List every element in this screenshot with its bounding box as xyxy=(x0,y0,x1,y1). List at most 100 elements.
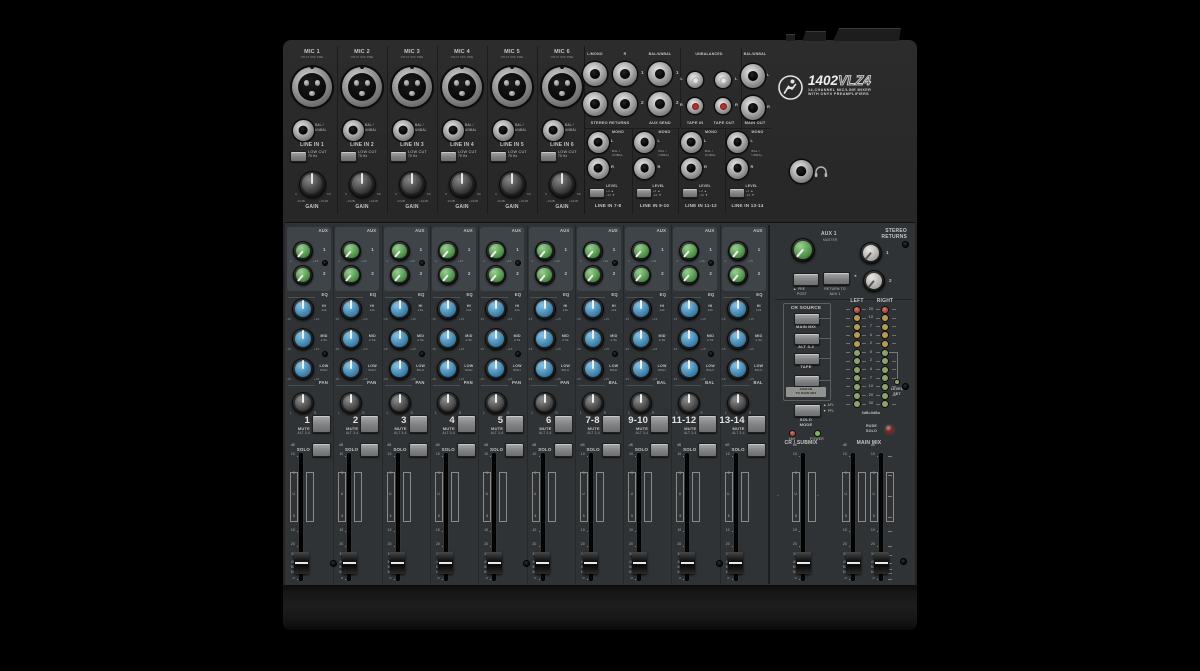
mute-button[interactable] xyxy=(360,415,379,433)
assign-button[interactable] xyxy=(794,375,820,387)
channel-fader[interactable] xyxy=(294,552,309,574)
eq-hi-knob[interactable] xyxy=(534,298,556,320)
pan-knob[interactable] xyxy=(630,392,652,414)
gain-knob[interactable] xyxy=(299,171,326,198)
gain-knob[interactable] xyxy=(399,171,426,198)
pan-knob[interactable] xyxy=(485,392,507,414)
eq-hi-knob[interactable] xyxy=(292,298,314,320)
mute-button[interactable] xyxy=(698,415,717,433)
mute-button[interactable] xyxy=(312,415,331,433)
eq-low-knob[interactable] xyxy=(630,358,652,380)
eq-mid-knob[interactable] xyxy=(678,328,700,350)
solo-button[interactable] xyxy=(360,443,379,457)
eq-low-knob[interactable] xyxy=(292,358,314,380)
solo-mode-button[interactable] xyxy=(794,404,821,417)
mute-button[interactable] xyxy=(650,415,669,433)
eq-mid-knob[interactable] xyxy=(292,328,314,350)
eq-hi-knob[interactable] xyxy=(582,298,604,320)
mute-button[interactable] xyxy=(747,415,766,433)
channel-fader[interactable] xyxy=(583,552,598,574)
low-cut-button[interactable] xyxy=(390,151,407,162)
cr-submix-fader[interactable] xyxy=(796,552,811,574)
aux2-knob[interactable] xyxy=(728,265,748,285)
eq-mid-knob[interactable] xyxy=(485,328,507,350)
eq-low-knob[interactable] xyxy=(582,358,604,380)
low-cut-button[interactable] xyxy=(490,151,507,162)
eq-hi-knob[interactable] xyxy=(630,298,652,320)
eq-mid-knob[interactable] xyxy=(534,328,556,350)
pan-knob[interactable] xyxy=(437,392,459,414)
eq-mid-knob[interactable] xyxy=(582,328,604,350)
aux2-knob[interactable] xyxy=(631,265,651,285)
aux1-master-knob[interactable] xyxy=(791,238,815,262)
low-cut-button[interactable] xyxy=(540,151,557,162)
solo-button[interactable] xyxy=(505,443,524,457)
pan-knob[interactable] xyxy=(582,392,604,414)
mute-button[interactable] xyxy=(505,415,524,433)
eq-hi-knob[interactable] xyxy=(678,298,700,320)
aux2-knob[interactable] xyxy=(390,265,410,285)
channel-fader[interactable] xyxy=(390,552,405,574)
channel-fader[interactable] xyxy=(342,552,357,574)
low-cut-button[interactable] xyxy=(440,151,457,162)
solo-button[interactable] xyxy=(554,443,573,457)
pan-knob[interactable] xyxy=(534,392,556,414)
eq-hi-knob[interactable] xyxy=(340,298,362,320)
eq-hi-knob[interactable] xyxy=(727,298,749,320)
eq-low-knob[interactable] xyxy=(727,358,749,380)
aux2-knob[interactable] xyxy=(438,265,458,285)
main-mix-fader-left[interactable] xyxy=(846,552,861,574)
pan-knob[interactable] xyxy=(678,392,700,414)
eq-mid-knob[interactable] xyxy=(340,328,362,350)
level-switch[interactable] xyxy=(589,188,605,198)
mute-button[interactable] xyxy=(457,415,476,433)
gain-knob[interactable] xyxy=(449,171,476,198)
aux2-knob[interactable] xyxy=(293,265,313,285)
eq-mid-knob[interactable] xyxy=(727,328,749,350)
gain-knob[interactable] xyxy=(349,171,376,198)
level-switch[interactable] xyxy=(682,188,698,198)
eq-hi-knob[interactable] xyxy=(389,298,411,320)
pan-knob[interactable] xyxy=(340,392,362,414)
channel-fader[interactable] xyxy=(728,552,743,574)
mute-button[interactable] xyxy=(409,415,428,433)
eq-low-knob[interactable] xyxy=(678,358,700,380)
eq-mid-knob[interactable] xyxy=(630,328,652,350)
channel-fader[interactable] xyxy=(535,552,550,574)
solo-button[interactable] xyxy=(698,443,717,457)
aux1-knob[interactable] xyxy=(390,241,410,261)
eq-hi-knob[interactable] xyxy=(437,298,459,320)
pan-knob[interactable] xyxy=(727,392,749,414)
aux2-knob[interactable] xyxy=(583,265,603,285)
mute-button[interactable] xyxy=(554,415,573,433)
stereo-return2-knob[interactable] xyxy=(863,270,885,292)
pan-knob[interactable] xyxy=(292,392,314,414)
aux1-knob[interactable] xyxy=(728,241,748,261)
channel-fader[interactable] xyxy=(487,552,502,574)
mute-button[interactable] xyxy=(602,415,621,433)
solo-button[interactable] xyxy=(312,443,331,457)
eq-low-knob[interactable] xyxy=(485,358,507,380)
gain-knob[interactable] xyxy=(549,171,576,198)
aux2-knob[interactable] xyxy=(535,265,555,285)
eq-low-knob[interactable] xyxy=(340,358,362,380)
eq-low-knob[interactable] xyxy=(437,358,459,380)
eq-mid-knob[interactable] xyxy=(389,328,411,350)
eq-low-knob[interactable] xyxy=(534,358,556,380)
low-cut-button[interactable] xyxy=(340,151,357,162)
low-cut-button[interactable] xyxy=(290,151,307,162)
pre-post-button[interactable] xyxy=(793,273,819,286)
level-switch[interactable] xyxy=(729,188,745,198)
aux1-knob[interactable] xyxy=(535,241,555,261)
main-mix-fader-right[interactable] xyxy=(874,552,889,574)
eq-mid-knob[interactable] xyxy=(437,328,459,350)
level-switch[interactable] xyxy=(636,188,652,198)
aux1-knob[interactable] xyxy=(293,241,313,261)
solo-button[interactable] xyxy=(747,443,766,457)
gain-knob[interactable] xyxy=(499,171,526,198)
eq-hi-knob[interactable] xyxy=(485,298,507,320)
aux1-knob[interactable] xyxy=(438,241,458,261)
aux1-knob[interactable] xyxy=(631,241,651,261)
channel-fader[interactable] xyxy=(680,552,695,574)
solo-button[interactable] xyxy=(457,443,476,457)
